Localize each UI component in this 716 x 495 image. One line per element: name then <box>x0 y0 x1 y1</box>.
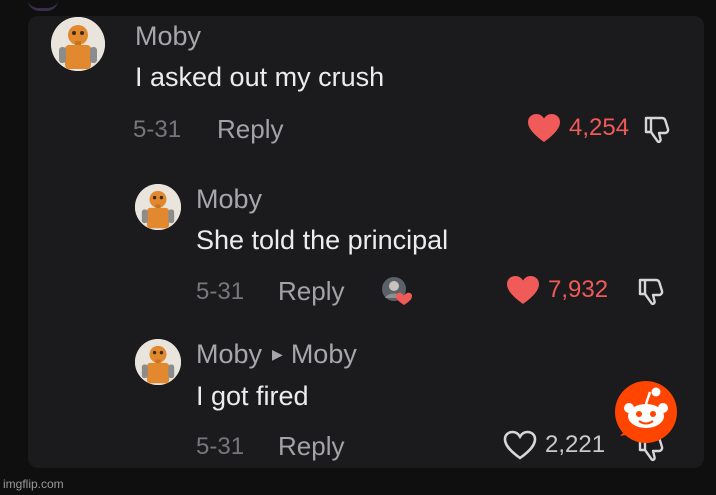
comment-author[interactable]: Moby <box>135 21 201 52</box>
comment-author[interactable]: Moby <box>196 184 262 215</box>
top-edge-fragment <box>28 0 58 11</box>
like-button[interactable]: 7,932 <box>506 275 608 305</box>
heart-outline-icon <box>503 430 537 460</box>
avatar[interactable] <box>51 17 105 71</box>
comment-date: 5-31 <box>133 116 182 143</box>
like-button[interactable]: 2,221 <box>503 430 605 460</box>
reddit-snoo-icon <box>615 381 677 443</box>
like-count: 4,254 <box>569 114 630 141</box>
heart-icon <box>507 276 539 304</box>
robot-avatar-icon <box>135 184 181 230</box>
comment-1: Moby I asked out my crush 5-31 Reply 4,2… <box>28 16 704 166</box>
comment-text: She told the principal <box>196 225 449 255</box>
robot-avatar-icon <box>135 339 181 385</box>
robot-avatar-icon <box>51 17 105 71</box>
comment-3: Moby ▶ Moby I got fired 5-31 Reply 2,221 <box>28 332 704 468</box>
comment-author[interactable]: Moby <box>196 339 262 369</box>
heart-icon <box>528 114 560 142</box>
creator-liked-badge <box>380 274 414 308</box>
reply-button[interactable]: Reply <box>278 276 344 307</box>
comment-thread-panel: Moby I asked out my crush 5-31 Reply 4,2… <box>28 16 704 468</box>
avatar[interactable] <box>135 184 181 230</box>
like-button[interactable]: 4,254 <box>527 113 629 143</box>
like-count: 7,932 <box>548 276 609 303</box>
like-count: 2,221 <box>545 431 606 458</box>
reply-button[interactable]: Reply <box>278 431 344 462</box>
thumbs-down-icon <box>638 278 664 306</box>
imgflip-watermark: imgflip.com <box>3 477 64 491</box>
avatar[interactable] <box>135 339 181 385</box>
dislike-button[interactable] <box>642 114 672 149</box>
comment-author-line: Moby ▶ Moby <box>196 339 357 370</box>
screenshot-frame: Moby I asked out my crush 5-31 Reply 4,2… <box>0 0 716 495</box>
dislike-button[interactable] <box>636 276 666 311</box>
thumbs-down-icon <box>644 116 670 144</box>
reply-to-arrow-icon: ▶ <box>272 346 283 362</box>
reply-to-author[interactable]: Moby <box>291 339 357 369</box>
reddit-watermark <box>612 378 680 446</box>
reply-button[interactable]: Reply <box>217 114 283 145</box>
comment-text: I got fired <box>196 381 309 411</box>
comment-date: 5-31 <box>196 278 245 305</box>
comment-date: 5-31 <box>196 433 245 460</box>
comment-2: Moby She told the principal 5-31 Reply 7… <box>28 176 704 326</box>
comment-text: I asked out my crush <box>135 62 385 92</box>
creator-liked-badge-icon <box>382 277 412 305</box>
